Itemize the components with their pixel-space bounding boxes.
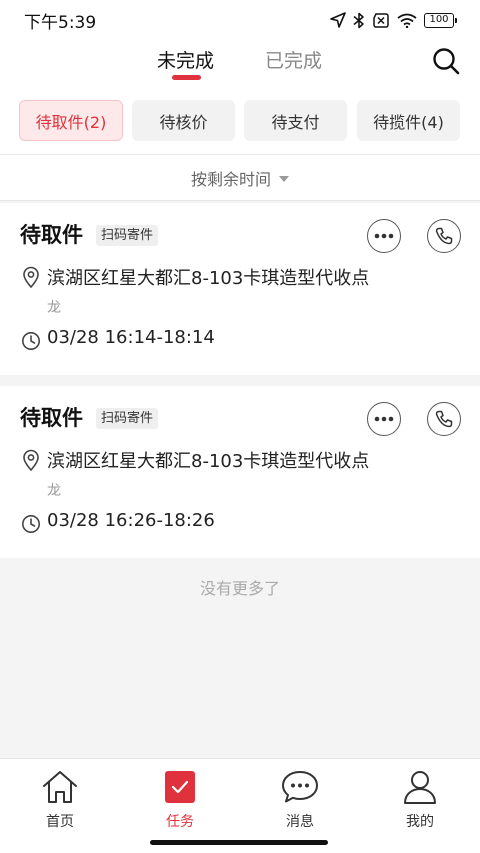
- filter-pending-price-check[interactable]: 待核价: [132, 100, 235, 141]
- nav-tasks-label: 任务: [166, 814, 194, 830]
- home-icon: [43, 771, 77, 803]
- header: 未完成 已完成: [0, 40, 480, 86]
- tab-incomplete[interactable]: 未完成: [157, 46, 214, 73]
- nav-home-label: 首页: [46, 814, 74, 830]
- user-icon: [404, 771, 436, 804]
- status-time: 下午5:39: [24, 12, 97, 33]
- home-indicator[interactable]: [150, 840, 328, 845]
- no-sim-icon: [373, 12, 389, 28]
- task-check-icon: [165, 771, 195, 803]
- bottom-nav: 首页 任务 消息 我的: [0, 758, 480, 853]
- task-status: 待取件: [20, 223, 83, 247]
- filter-pending-payment[interactable]: 待支付: [244, 100, 347, 141]
- more-options-button[interactable]: [367, 219, 401, 253]
- pickup-address-continued: 龙: [47, 300, 61, 316]
- more-dots-icon: [374, 233, 394, 239]
- nav-home[interactable]: 首页: [20, 769, 100, 831]
- task-type-tag: 扫码寄件: [96, 225, 159, 246]
- location-pin-icon: [23, 266, 39, 288]
- search-icon[interactable]: [431, 46, 461, 76]
- sort-selector[interactable]: 按剩余时间: [0, 154, 480, 201]
- tab-completed[interactable]: 已完成: [265, 46, 322, 73]
- nav-messages[interactable]: 消息: [260, 769, 340, 831]
- location-pin-icon: [23, 449, 39, 471]
- status-bar: 下午5:39 100: [0, 0, 480, 40]
- sort-label: 按剩余时间: [190, 169, 271, 189]
- phone-icon: [435, 227, 453, 245]
- task-card[interactable]: 待取件 扫码寄件 滨湖区红星大都汇8-103卡琪造型代收点 龙 03/28 16…: [0, 386, 480, 558]
- pickup-address: 滨湖区红星大都汇8-103卡琪造型代收点: [47, 268, 370, 289]
- message-icon: [282, 771, 318, 803]
- status-filter-bar: 待取件(2) 待核价 待支付 待揽件(4): [0, 86, 480, 154]
- nav-tasks[interactable]: 任务: [140, 769, 220, 831]
- clock-icon: [22, 332, 40, 350]
- pickup-address: 滨湖区红星大都汇8-103卡琪造型代收点: [47, 451, 370, 472]
- bluetooth-icon: [353, 12, 364, 28]
- more-options-button[interactable]: [367, 402, 401, 436]
- battery-indicator: 100: [424, 12, 457, 28]
- active-tab-indicator: [172, 75, 201, 80]
- nav-profile-label: 我的: [406, 814, 434, 830]
- call-button[interactable]: [427, 219, 461, 253]
- call-button[interactable]: [427, 402, 461, 436]
- more-dots-icon: [374, 416, 394, 422]
- nav-profile[interactable]: 我的: [380, 769, 460, 831]
- pickup-address-continued: 龙: [47, 483, 61, 499]
- status-icons: 100: [330, 12, 457, 29]
- list-end-message: 没有更多了: [199, 579, 280, 598]
- pickup-time-window: 03/28 16:14-18:14: [47, 327, 215, 348]
- wifi-icon: [397, 13, 417, 28]
- filter-pending-pickup[interactable]: 待取件(2): [19, 100, 123, 141]
- task-type-tag: 扫码寄件: [96, 408, 159, 429]
- task-card[interactable]: 待取件 扫码寄件 滨湖区红星大都汇8-103卡琪造型代收点 龙 03/28 16…: [0, 203, 480, 375]
- clock-icon: [22, 515, 40, 533]
- filter-pending-collection[interactable]: 待揽件(4): [357, 100, 460, 141]
- phone-icon: [435, 410, 453, 428]
- caret-down-icon: [279, 175, 289, 182]
- location-arrow-icon: [330, 12, 346, 28]
- nav-messages-label: 消息: [286, 814, 314, 830]
- task-status: 待取件: [20, 406, 83, 430]
- pickup-time-window: 03/28 16:26-18:26: [47, 510, 215, 531]
